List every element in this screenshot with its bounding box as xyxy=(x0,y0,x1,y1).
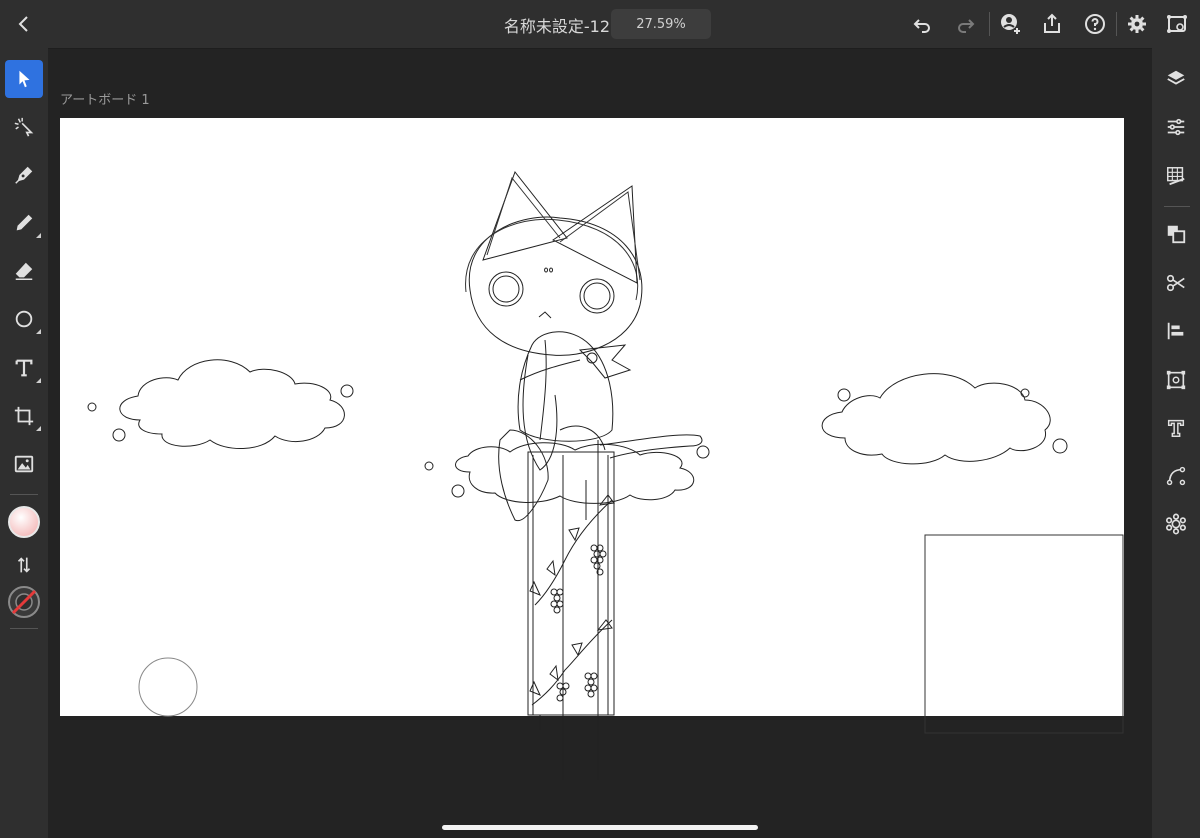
fonts-icon xyxy=(1167,419,1185,437)
pencil-icon xyxy=(16,214,33,231)
properties-icon xyxy=(1167,118,1185,136)
eraser-icon xyxy=(15,262,33,280)
fill-color-icon xyxy=(8,506,40,538)
type-icon xyxy=(15,359,33,377)
learn-icon[interactable] xyxy=(1163,10,1191,38)
path-button[interactable] xyxy=(1160,460,1192,492)
direct-selection-tool[interactable] xyxy=(5,108,43,146)
selection-tool[interactable] xyxy=(5,60,43,98)
top-bar: 名称未設定-12 27.59% xyxy=(0,0,1200,49)
help-icon[interactable] xyxy=(1081,10,1109,38)
undo-icon[interactable] xyxy=(908,10,936,38)
toolbar-divider xyxy=(10,494,38,495)
eraser-tool[interactable] xyxy=(5,252,43,290)
redo-icon[interactable] xyxy=(952,10,980,38)
place-image-tool[interactable] xyxy=(5,445,43,483)
cut-button[interactable] xyxy=(1160,267,1192,299)
stroke-none-icon xyxy=(8,586,40,618)
settings-icon[interactable] xyxy=(1123,10,1151,38)
fill-swatch[interactable] xyxy=(5,503,43,541)
align-button[interactable] xyxy=(1160,315,1192,347)
document-title[interactable]: 名称未設定-12 xyxy=(470,13,610,37)
swatches-button[interactable] xyxy=(1160,160,1192,192)
pen-tool[interactable] xyxy=(5,156,43,194)
align-icon xyxy=(1167,322,1184,340)
stroke-swatch[interactable] xyxy=(5,583,43,621)
crop-icon xyxy=(14,406,34,426)
layers-button[interactable] xyxy=(1160,63,1192,95)
properties-button[interactable] xyxy=(1160,111,1192,143)
invite-icon[interactable] xyxy=(996,10,1024,38)
toolbar-divider xyxy=(10,628,38,629)
swap-icon xyxy=(17,557,31,573)
home-indicator[interactable] xyxy=(442,825,758,830)
effects-icon xyxy=(1166,513,1186,535)
layers-icon xyxy=(1167,70,1185,85)
zoom-level[interactable]: 27.59% xyxy=(611,9,711,39)
transform-icon xyxy=(1166,370,1186,390)
tool-flyout-indicator xyxy=(36,378,41,383)
swap-colors-button[interactable] xyxy=(5,546,43,584)
effects-button[interactable] xyxy=(1160,508,1192,540)
artboard[interactable] xyxy=(60,118,1124,716)
transform-button[interactable] xyxy=(1160,364,1192,396)
swatches-icon xyxy=(1167,167,1185,186)
tool-flyout-indicator xyxy=(36,426,41,431)
arrange-button[interactable] xyxy=(1160,218,1192,250)
direct-selection-icon xyxy=(14,117,34,137)
selection-icon xyxy=(19,70,30,88)
image-icon xyxy=(14,455,34,473)
ellipse-icon xyxy=(15,310,33,328)
pen-icon xyxy=(15,166,33,184)
share-icon[interactable] xyxy=(1038,10,1066,38)
right-toolbar xyxy=(1152,48,1200,838)
artboard-label[interactable]: アートボード 1 xyxy=(60,89,150,108)
pencil-tool[interactable] xyxy=(5,204,43,242)
back-icon[interactable] xyxy=(10,10,38,38)
tool-flyout-indicator xyxy=(36,329,41,334)
scissors-icon xyxy=(1166,274,1185,292)
fonts-button[interactable] xyxy=(1160,412,1192,444)
type-tool[interactable] xyxy=(5,349,43,387)
left-toolbar xyxy=(0,48,48,838)
tool-flyout-indicator xyxy=(36,233,41,238)
toolbar-divider xyxy=(1164,206,1190,207)
arrange-icon xyxy=(1167,225,1186,244)
path-icon xyxy=(1166,466,1186,486)
crop-tool[interactable] xyxy=(5,397,43,435)
toolbar-divider xyxy=(1116,12,1117,36)
toolbar-divider xyxy=(989,12,990,36)
shape-tool[interactable] xyxy=(5,300,43,338)
